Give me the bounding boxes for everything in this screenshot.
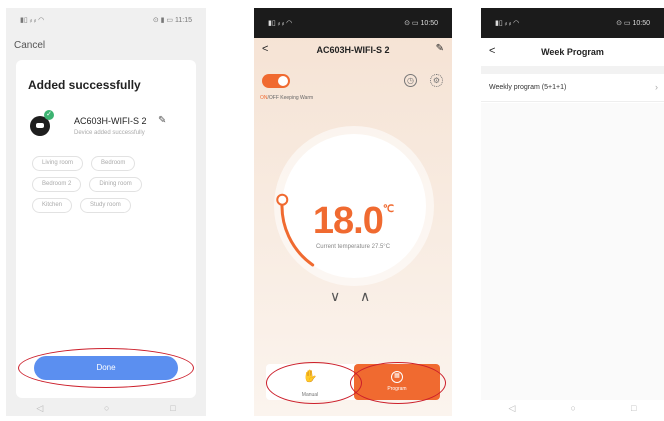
- app-header: < AC603H-WIFI-S 2 ✎: [254, 38, 452, 62]
- status-right: ⊙ ▮ ▭ 11:15: [152, 17, 192, 24]
- chevron-down-icon[interactable]: ∨: [330, 288, 340, 305]
- nav-home-icon[interactable]: ○: [571, 403, 576, 413]
- annotation-circle-done: [18, 348, 194, 388]
- chevron-right-icon: ›: [655, 82, 658, 92]
- phone-week-program: ▮▯ ᵢₗ ᵢₗ ◠ ⊙ ▭ 10:50 < Week Program Week…: [481, 8, 664, 416]
- check-icon: ✓: [44, 110, 54, 120]
- device-status: Device added successfully: [74, 130, 145, 136]
- temperature-unit: ℃: [382, 204, 394, 215]
- success-card: Added successfully ✓ AC603H-WIFI-S 2 Dev…: [16, 60, 196, 398]
- edit-icon[interactable]: ✎: [158, 115, 166, 126]
- page-title: Week Program: [541, 47, 604, 57]
- status-bar: ▮▯ ᵢₗ ᵢₗ ◠ ⊙ ▮ ▭ 11:15: [6, 8, 206, 32]
- nav-recents-icon[interactable]: □: [631, 403, 636, 413]
- empty-content: [481, 103, 664, 400]
- gear-icon[interactable]: ⚙: [430, 74, 443, 87]
- room-chip-bedroom[interactable]: Bedroom: [91, 156, 136, 171]
- card-title: Added successfully: [28, 78, 141, 92]
- android-nav-bar: ◁ ○ □: [481, 400, 664, 416]
- device-name: AC603H-WIFI-S 2: [74, 116, 147, 126]
- status-bar: ▮▯ ᵢₗ ᵢₗ ◠ ⊙ ▭ 10:50: [254, 8, 452, 38]
- room-chips: Living room Bedroom Bedroom 2 Dining roo…: [32, 156, 184, 213]
- nav-home-icon[interactable]: ○: [104, 403, 109, 413]
- app-header: < Week Program: [481, 38, 664, 66]
- android-nav-bar: ◁ ○ □: [6, 400, 206, 416]
- status-right: ⊙ ▭ 10:50: [616, 20, 650, 27]
- power-toggle[interactable]: [262, 74, 290, 88]
- set-temperature: 18.0℃: [254, 200, 452, 243]
- onoff-label: ON/OFF Keeping Warm: [260, 95, 313, 101]
- status-left: ▮▯ ᵢₗ ᵢₗ ◠: [268, 20, 293, 27]
- weekly-program-label: Weekly program (5+1+1): [489, 84, 567, 91]
- status-right: ⊙ ▭ 10:50: [404, 20, 438, 27]
- page-title: AC603H-WIFI-S 2: [316, 45, 390, 55]
- section-divider: [481, 66, 664, 74]
- nav-back-icon[interactable]: ◁: [36, 403, 43, 414]
- room-chip-study-room[interactable]: Study room: [80, 198, 131, 213]
- cancel-button[interactable]: Cancel: [14, 40, 45, 51]
- nav-recents-icon[interactable]: □: [170, 403, 175, 413]
- on-label: ON: [260, 95, 268, 101]
- status-left: ▮▯ ᵢₗ ᵢₗ ◠: [20, 17, 45, 24]
- current-temperature: Current temperature 27.5°C: [315, 244, 391, 250]
- status-bar: ▮▯ ᵢₗ ᵢₗ ◠ ⊙ ▭ 10:50: [481, 8, 664, 38]
- room-chip-bedroom-2[interactable]: Bedroom 2: [32, 177, 82, 192]
- edit-icon[interactable]: ✎: [436, 43, 444, 54]
- screenshot-canvas: ▮▯ ᵢₗ ᵢₗ ◠ ⊙ ▮ ▭ 11:15 Cancel Added succ…: [0, 0, 664, 421]
- nav-back-icon[interactable]: ◁: [509, 403, 516, 414]
- room-chip-living-room[interactable]: Living room: [32, 156, 84, 171]
- phone-thermostat-control: ▮▯ ᵢₗ ᵢₗ ◠ ⊙ ▭ 10:50 < AC603H-WIFI-S 2 ✎…: [254, 8, 452, 416]
- room-chip-dining-room[interactable]: Dining room: [89, 177, 142, 192]
- room-chip-kitchen[interactable]: Kitchen: [32, 198, 73, 213]
- chevron-up-icon[interactable]: ∧: [360, 288, 370, 305]
- clock-icon[interactable]: ◷: [404, 74, 417, 87]
- annotation-circle-program: [350, 362, 446, 404]
- phone-added-successfully: ▮▯ ᵢₗ ᵢₗ ◠ ⊙ ▮ ▭ 11:15 Cancel Added succ…: [6, 8, 206, 416]
- list-item-weekly-program[interactable]: Weekly program (5+1+1) ›: [481, 74, 664, 102]
- status-left: ▮▯ ᵢₗ ᵢₗ ◠: [495, 20, 520, 27]
- off-label: /OFF Keeping Warm: [267, 95, 314, 101]
- annotation-circle-manual: [266, 362, 362, 404]
- temperature-value: 18.0: [312, 200, 384, 242]
